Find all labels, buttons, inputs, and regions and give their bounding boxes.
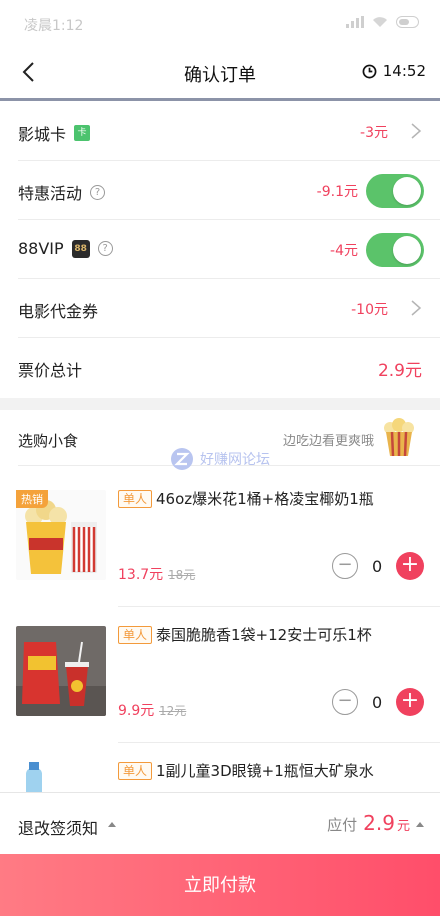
divider <box>118 606 440 607</box>
clock-icon <box>362 64 377 78</box>
single-person-tag: 单人 <box>118 626 153 644</box>
snack-cola-combo-image <box>16 626 106 716</box>
special-offer-value: -9.1元 <box>316 184 358 200</box>
special-offer-row: 特惠活动 ? -9.1元 <box>0 161 440 220</box>
card-badge-icon: 卡 <box>74 125 91 141</box>
bottom-summary-bar: 退改签须知 应付 2.9 元 <box>0 792 440 854</box>
vip88-row: 88VIP 88 ? -4元 <box>0 220 440 279</box>
snack-name: 46oz爆米花1桶+格凌宝椰奶1瓶 <box>156 490 374 508</box>
watermark-logo-icon <box>171 448 193 470</box>
quantity-value: 0 <box>372 556 383 576</box>
snacks-slogan: 边吃边看更爽哦 <box>282 434 374 449</box>
ticket-total-value: 2.9元 <box>377 361 422 381</box>
voucher-row[interactable]: 电影代金券 -10元 <box>0 279 440 338</box>
refund-notice-label: 退改签须知 <box>18 819 99 838</box>
payable-amount: 2.9 <box>363 811 395 835</box>
quantity-stepper: − 0 + <box>332 688 424 716</box>
cinema-card-label: 影城卡 <box>18 125 67 144</box>
pay-now-button[interactable]: 立即付款 <box>0 854 440 916</box>
watermark: 好赚网论坛 <box>170 447 270 471</box>
section-gap <box>0 398 440 410</box>
glasses-water-combo-image <box>16 762 106 792</box>
decrease-button[interactable]: − <box>332 689 358 715</box>
help-icon[interactable]: ? <box>90 184 106 200</box>
vip88-toggle[interactable] <box>366 233 424 267</box>
single-person-tag: 单人 <box>118 762 153 780</box>
status-icons <box>346 16 422 28</box>
help-icon[interactable]: ? <box>97 241 113 256</box>
status-bar: 凌晨1:12 <box>0 0 440 48</box>
caret-up-icon <box>108 821 117 827</box>
caret-up-icon <box>416 822 424 827</box>
snack-item: 单人 1副儿童3D眼镜+1瓶恒大矿泉水 <box>0 762 440 792</box>
special-offer-label: 特惠活动 <box>18 184 83 203</box>
snack-item: 单人 泰国脆脆香1袋+12安士可乐1杯 9.9元 12元 − 0 + <box>0 626 440 762</box>
vip88-value: -4元 <box>330 243 358 259</box>
voucher-value: -10元 <box>351 302 388 318</box>
hot-sale-tag: 热销 <box>16 490 48 508</box>
chevron-right-icon <box>411 300 422 316</box>
payable-summary[interactable]: 应付 2.9 元 <box>327 811 424 835</box>
popcorn-icon <box>384 418 414 457</box>
snacks-title: 选购小食 <box>18 432 79 450</box>
increase-button[interactable]: + <box>396 552 424 580</box>
increase-button[interactable]: + <box>396 688 424 716</box>
chevron-right-icon <box>411 123 422 139</box>
snack-name: 泰国脆脆香1袋+12安士可乐1杯 <box>156 626 372 644</box>
snack-item: 热销 单人 46oz爆米花1桶+格凌宝椰奶1瓶 13.7元 18元 − 0 + <box>0 490 440 626</box>
refund-notice-link[interactable]: 退改签须知 <box>18 815 117 839</box>
payable-unit: 元 <box>396 819 410 834</box>
status-time: 凌晨1:12 <box>24 18 84 34</box>
snack-price: 9.9元 <box>118 703 155 719</box>
countdown-timer: 14:52 <box>362 62 426 80</box>
payable-label: 应付 <box>327 816 358 834</box>
ticket-total-row: 票价总计 2.9元 <box>0 338 440 397</box>
vip88-badge-icon: 88 <box>71 239 90 258</box>
quantity-stepper: − 0 + <box>332 552 424 580</box>
quantity-value: 0 <box>372 692 383 712</box>
watermark-text: 好赚网论坛 <box>200 452 270 468</box>
decrease-button[interactable]: − <box>332 553 358 579</box>
wifi-icon <box>373 17 387 27</box>
snack-price: 13.7元 <box>118 567 164 583</box>
special-offer-toggle[interactable] <box>366 174 424 208</box>
snack-original-price: 18元 <box>168 568 196 582</box>
vip88-label: 88VIP <box>18 239 64 258</box>
signal-icon <box>346 16 364 28</box>
snack-name: 1副儿童3D眼镜+1瓶恒大矿泉水 <box>156 762 374 780</box>
cinema-card-value: -3元 <box>360 125 388 141</box>
battery-icon <box>396 16 419 28</box>
snack-original-price: 12元 <box>159 704 187 718</box>
ticket-total-label: 票价总计 <box>18 361 83 380</box>
nav-divider <box>0 98 440 101</box>
divider <box>118 742 440 743</box>
single-person-tag: 单人 <box>118 490 153 508</box>
countdown-text: 14:52 <box>382 62 426 80</box>
cinema-card-row[interactable]: 影城卡 卡 -3元 <box>0 102 440 161</box>
nav-bar: 确认订单 14:52 <box>0 48 440 98</box>
voucher-label: 电影代金券 <box>18 302 99 321</box>
